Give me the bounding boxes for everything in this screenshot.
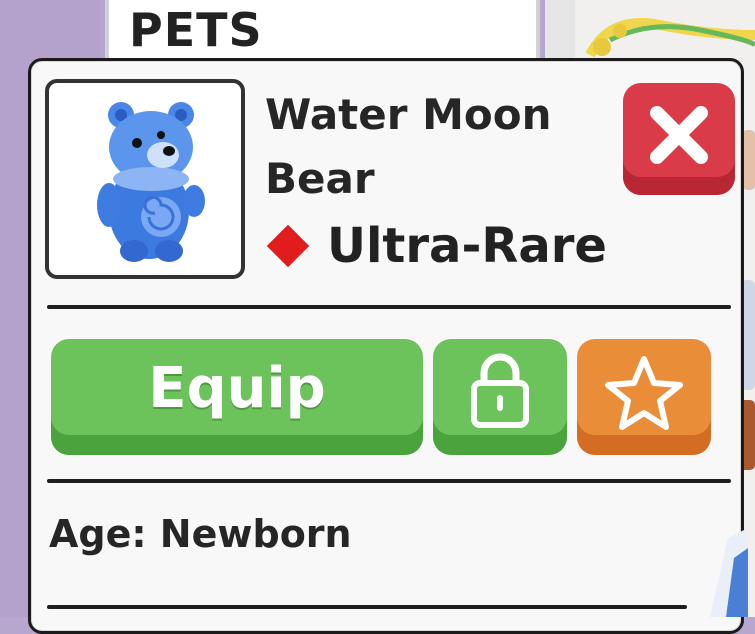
- pet-thumbnail: [45, 79, 245, 279]
- pet-info-card: Water Moon Bear Ultra-Rare Equip Age: Ne…: [28, 58, 744, 634]
- decor-vine-icon: [585, 18, 755, 58]
- close-button[interactable]: [623, 83, 735, 195]
- lock-icon: [471, 353, 529, 428]
- equip-button-label: Equip: [148, 356, 326, 421]
- rarity-label: Ultra-Rare: [327, 218, 607, 274]
- rarity-diamond-icon: [266, 224, 310, 268]
- equip-button[interactable]: Equip: [51, 339, 423, 455]
- pet-age: Age: Newborn: [49, 512, 352, 556]
- divider-middle: [47, 479, 731, 483]
- favorite-button[interactable]: [577, 339, 711, 455]
- page-curl-icon: [710, 528, 748, 617]
- water-moon-bear-icon: [97, 102, 205, 262]
- pets-tab-title: PETS: [129, 3, 263, 57]
- rarity-row: Ultra-Rare: [263, 216, 607, 276]
- divider-top: [47, 305, 731, 309]
- pet-name: Water Moon Bear: [265, 90, 552, 203]
- divider-bottom: [47, 605, 687, 609]
- star-icon: [605, 356, 683, 430]
- close-icon: [650, 106, 708, 164]
- lock-button[interactable]: [433, 339, 567, 455]
